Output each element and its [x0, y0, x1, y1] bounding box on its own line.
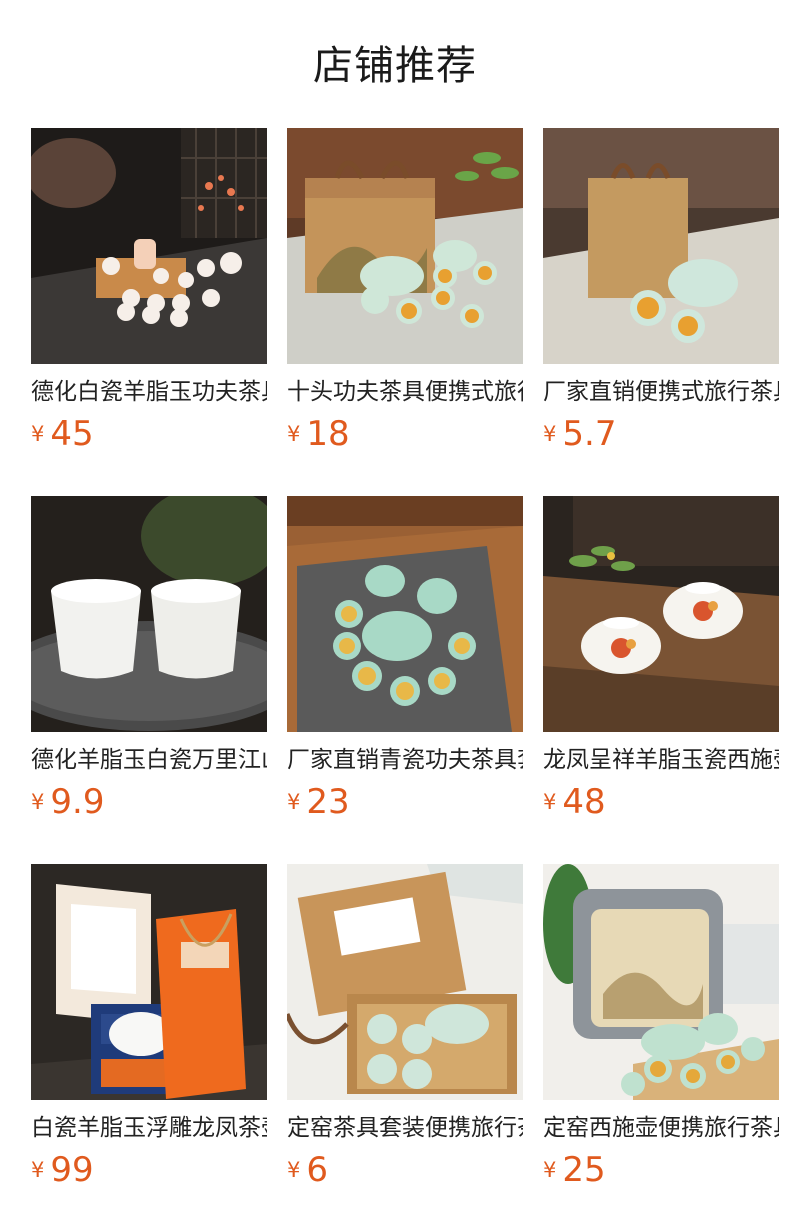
product-image[interactable] — [287, 864, 523, 1100]
price-value: 9.9 — [50, 782, 105, 822]
page-title: 店铺推荐 — [313, 43, 477, 89]
currency-symbol: ¥ — [31, 422, 45, 446]
currency-symbol: ¥ — [543, 1158, 557, 1182]
price-value: 6 — [306, 1150, 329, 1190]
product-price: ¥23 — [287, 782, 350, 826]
price-value: 48 — [562, 782, 606, 822]
product-price: ¥9.9 — [31, 782, 104, 826]
product-image[interactable] — [287, 128, 523, 364]
product-name: 定窑茶具套装便携旅行茶 — [287, 1115, 523, 1141]
product-price: ¥25 — [543, 1150, 606, 1194]
price-value: 18 — [306, 414, 350, 454]
product-image[interactable] — [31, 496, 267, 732]
price-value: 5.7 — [562, 414, 617, 454]
product-name: 德化白瓷羊脂玉功夫茶具 — [31, 379, 267, 405]
price-value: 23 — [306, 782, 350, 822]
product-price: ¥45 — [31, 414, 94, 458]
currency-symbol: ¥ — [287, 1158, 301, 1182]
currency-symbol: ¥ — [543, 422, 557, 446]
product-image[interactable] — [543, 496, 779, 732]
currency-symbol: ¥ — [287, 422, 301, 446]
product-name: 十头功夫茶具便携式旅行 — [287, 379, 523, 405]
product-price: ¥48 — [543, 782, 606, 826]
product-image[interactable] — [31, 864, 267, 1100]
currency-symbol: ¥ — [31, 1158, 45, 1182]
product-name: 厂家直销便携式旅行茶具 — [543, 379, 779, 405]
currency-symbol: ¥ — [287, 790, 301, 814]
product-price: ¥6 — [287, 1150, 328, 1194]
product-name: 厂家直销青瓷功夫茶具套 — [287, 747, 523, 773]
currency-symbol: ¥ — [31, 790, 45, 814]
product-name: 德化羊脂玉白瓷万里江山 — [31, 747, 267, 773]
price-value: 45 — [50, 414, 94, 454]
product-name: 龙凤呈祥羊脂玉瓷西施壶 — [543, 747, 779, 773]
product-name: 白瓷羊脂玉浮雕龙凤茶壶 — [31, 1115, 267, 1141]
price-value: 99 — [50, 1150, 94, 1190]
product-price: ¥99 — [31, 1150, 94, 1194]
product-price: ¥18 — [287, 414, 350, 458]
product-price: ¥5.7 — [543, 414, 616, 458]
currency-symbol: ¥ — [543, 790, 557, 814]
product-image[interactable] — [543, 864, 779, 1100]
product-image[interactable] — [31, 128, 267, 364]
price-value: 25 — [562, 1150, 606, 1190]
product-image[interactable] — [543, 128, 779, 364]
product-image[interactable] — [287, 496, 523, 732]
product-name: 定窑西施壶便携旅行茶具 — [543, 1115, 779, 1141]
